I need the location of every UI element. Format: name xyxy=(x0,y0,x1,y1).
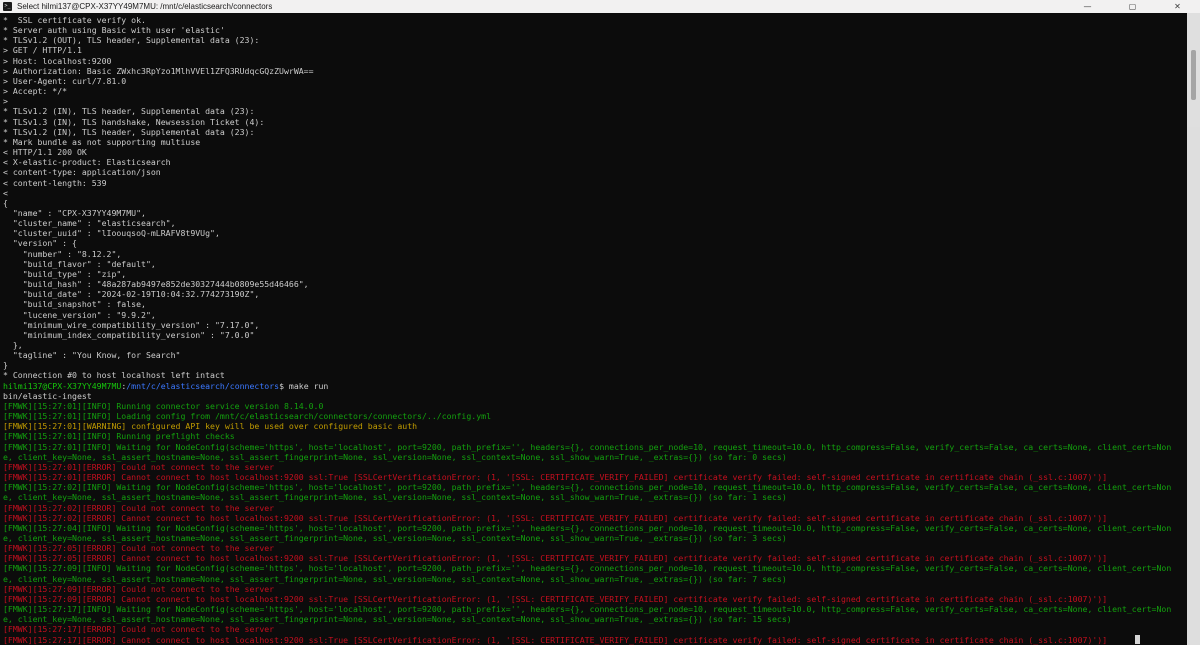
terminal-line: [FMWK][15:27:17][ERROR] Could not connec… xyxy=(3,624,275,635)
terminal-line: * Connection #0 to host localhost left i… xyxy=(3,370,225,381)
terminal-line: [FMWK][15:27:01][INFO] Waiting for NodeC… xyxy=(3,441,1172,452)
terminal-line: [FMWK][15:27:01][ERROR] Cannot connect t… xyxy=(3,472,1108,483)
terminal-line: [FMWK][15:27:01][WARNING] configured API… xyxy=(3,421,418,432)
terminal-line: < HTTP/1.1 200 OK xyxy=(3,147,87,158)
scrollbar-thumb[interactable] xyxy=(1191,50,1196,100)
terminal-line: "lucene_version" : "9.9.2", xyxy=(3,309,156,320)
terminal-line: > Authorization: Basic ZWxhc3RpYzo1MlhVV… xyxy=(3,65,314,76)
terminal-line: * TLSv1.3 (IN), TLS handshake, Newsessio… xyxy=(3,116,265,127)
terminal-line: "version" : { xyxy=(3,238,77,249)
terminal-line: * TLSv1.2 (IN), TLS header, Supplemental… xyxy=(3,126,255,137)
terminal-line: [FMWK][15:27:09][ERROR] Could not connec… xyxy=(3,583,275,594)
terminal-line: [FMWK][15:27:05][ERROR] Cannot connect t… xyxy=(3,553,1108,564)
minimize-button[interactable]: — xyxy=(1065,0,1110,13)
terminal-line: [FMWK][15:27:01][INFO] Loading config fr… xyxy=(3,411,491,422)
terminal-line: [FMWK][15:27:02][ERROR] Cannot connect t… xyxy=(3,512,1108,523)
terminal-line: "name" : "CPX-X37YY49M7MU", xyxy=(3,207,146,218)
terminal-line: }, xyxy=(3,340,23,350)
terminal-line: * SSL certificate verify ok. xyxy=(3,15,146,25)
terminal-line: { xyxy=(3,197,8,208)
terminal-line: [FMWK][15:27:09][ERROR] Cannot connect t… xyxy=(3,593,1108,604)
terminal-line: "build_type" : "zip", xyxy=(3,268,127,279)
close-button[interactable]: ✕ xyxy=(1155,0,1200,13)
terminal-line: [FMWK][15:27:17][ERROR] Cannot connect t… xyxy=(3,634,1200,645)
terminal-line: * Server auth using Basic with user 'ela… xyxy=(3,25,225,36)
terminal-line: > Accept: */* xyxy=(3,86,68,97)
terminal-line: < content-length: 539 xyxy=(3,177,107,188)
terminal-line: > xyxy=(3,96,8,107)
terminal-line: "build_hash" : "48a287ab9497e852de303274… xyxy=(3,279,309,290)
terminal-line: [FMWK][15:27:09][INFO] Waiting for NodeC… xyxy=(3,563,1172,574)
terminal-line: e, client_key=None, ssl_assert_hostname=… xyxy=(3,614,792,625)
terminal-line: < xyxy=(3,187,8,198)
terminal-line: [FMWK][15:27:01][ERROR] Could not connec… xyxy=(3,461,275,472)
terminal-line: > Host: localhost:9200 xyxy=(3,55,112,66)
terminal-line: e, client_key=None, ssl_assert_hostname=… xyxy=(3,451,787,462)
terminal-line: < content-type: application/json xyxy=(3,167,161,178)
terminal-line: "tagline" : "You Know, for Search" xyxy=(3,350,181,361)
terminal-line: e, client_key=None, ssl_assert_hostname=… xyxy=(3,532,787,543)
maximize-button[interactable]: ▢ xyxy=(1110,0,1155,13)
window-title: Select hilmi137@CPX-X37YY49M7MU: /mnt/c/… xyxy=(17,2,273,11)
terminal-line: "number" : "8.12.2", xyxy=(3,248,122,259)
terminal-line: < X-elastic-product: Elasticsearch xyxy=(3,157,171,168)
scrollbar[interactable] xyxy=(1187,13,1200,645)
terminal-line: "minimum_wire_compatibility_version" : "… xyxy=(3,319,260,330)
terminal-line: e, client_key=None, ssl_assert_hostname=… xyxy=(3,492,787,503)
terminal-line: * TLSv1.2 (IN), TLS header, Supplemental… xyxy=(3,106,255,117)
terminal-window: >_ Select hilmi137@CPX-X37YY49M7MU: /mnt… xyxy=(0,0,1200,645)
terminal-line: "build_snapshot" : false, xyxy=(3,299,146,310)
terminal-line: [FMWK][15:27:04][INFO] Waiting for NodeC… xyxy=(3,522,1172,533)
terminal-line: > User-Agent: curl/7.81.0 xyxy=(3,75,127,86)
terminal-cursor xyxy=(1135,634,1141,644)
terminal-output[interactable]: * SSL certificate verify ok. * Server aut… xyxy=(0,13,1200,645)
command-prompt-icon: >_ xyxy=(3,2,12,11)
terminal-line: "build_date" : "2024-02-19T10:04:32.7742… xyxy=(3,289,260,300)
terminal-line: [FMWK][15:27:01][INFO] Running connector… xyxy=(3,400,324,411)
terminal-line: [FMWK][15:27:05][ERROR] Could not connec… xyxy=(3,543,275,554)
terminal-line: * TLSv1.2 (OUT), TLS header, Supplementa… xyxy=(3,35,260,46)
terminal-line: [FMWK][15:27:01][INFO] Running preflight… xyxy=(3,431,235,442)
terminal-line: } xyxy=(3,360,8,371)
terminal-line: bin/elastic-ingest xyxy=(3,390,92,401)
window-controls: — ▢ ✕ xyxy=(1065,0,1200,13)
terminal-line: [FMWK][15:27:02][ERROR] Could not connec… xyxy=(3,502,275,513)
terminal-line: "cluster_uuid" : "lIoouqsoQ-mLRAFV8t9VUg… xyxy=(3,228,220,239)
terminal-line: [FMWK][15:27:02][INFO] Waiting for NodeC… xyxy=(3,482,1172,493)
terminal-line: > GET / HTTP/1.1 xyxy=(3,45,82,56)
terminal-line: e, client_key=None, ssl_assert_hostname=… xyxy=(3,573,787,584)
terminal-line: "build_flavor" : "default", xyxy=(3,258,156,269)
title-bar[interactable]: >_ Select hilmi137@CPX-X37YY49M7MU: /mnt… xyxy=(0,0,1200,13)
terminal-line: "minimum_index_compatibility_version" : … xyxy=(3,329,255,340)
terminal-line: "cluster_name" : "elasticsearch", xyxy=(3,218,176,229)
terminal-line: hilmi137@CPX-X37YY49M7MU:/mnt/c/elastics… xyxy=(3,380,329,391)
terminal-line: [FMWK][15:27:17][INFO] Waiting for NodeC… xyxy=(3,604,1172,615)
terminal-line: * Mark bundle as not supporting multiuse xyxy=(3,136,201,147)
